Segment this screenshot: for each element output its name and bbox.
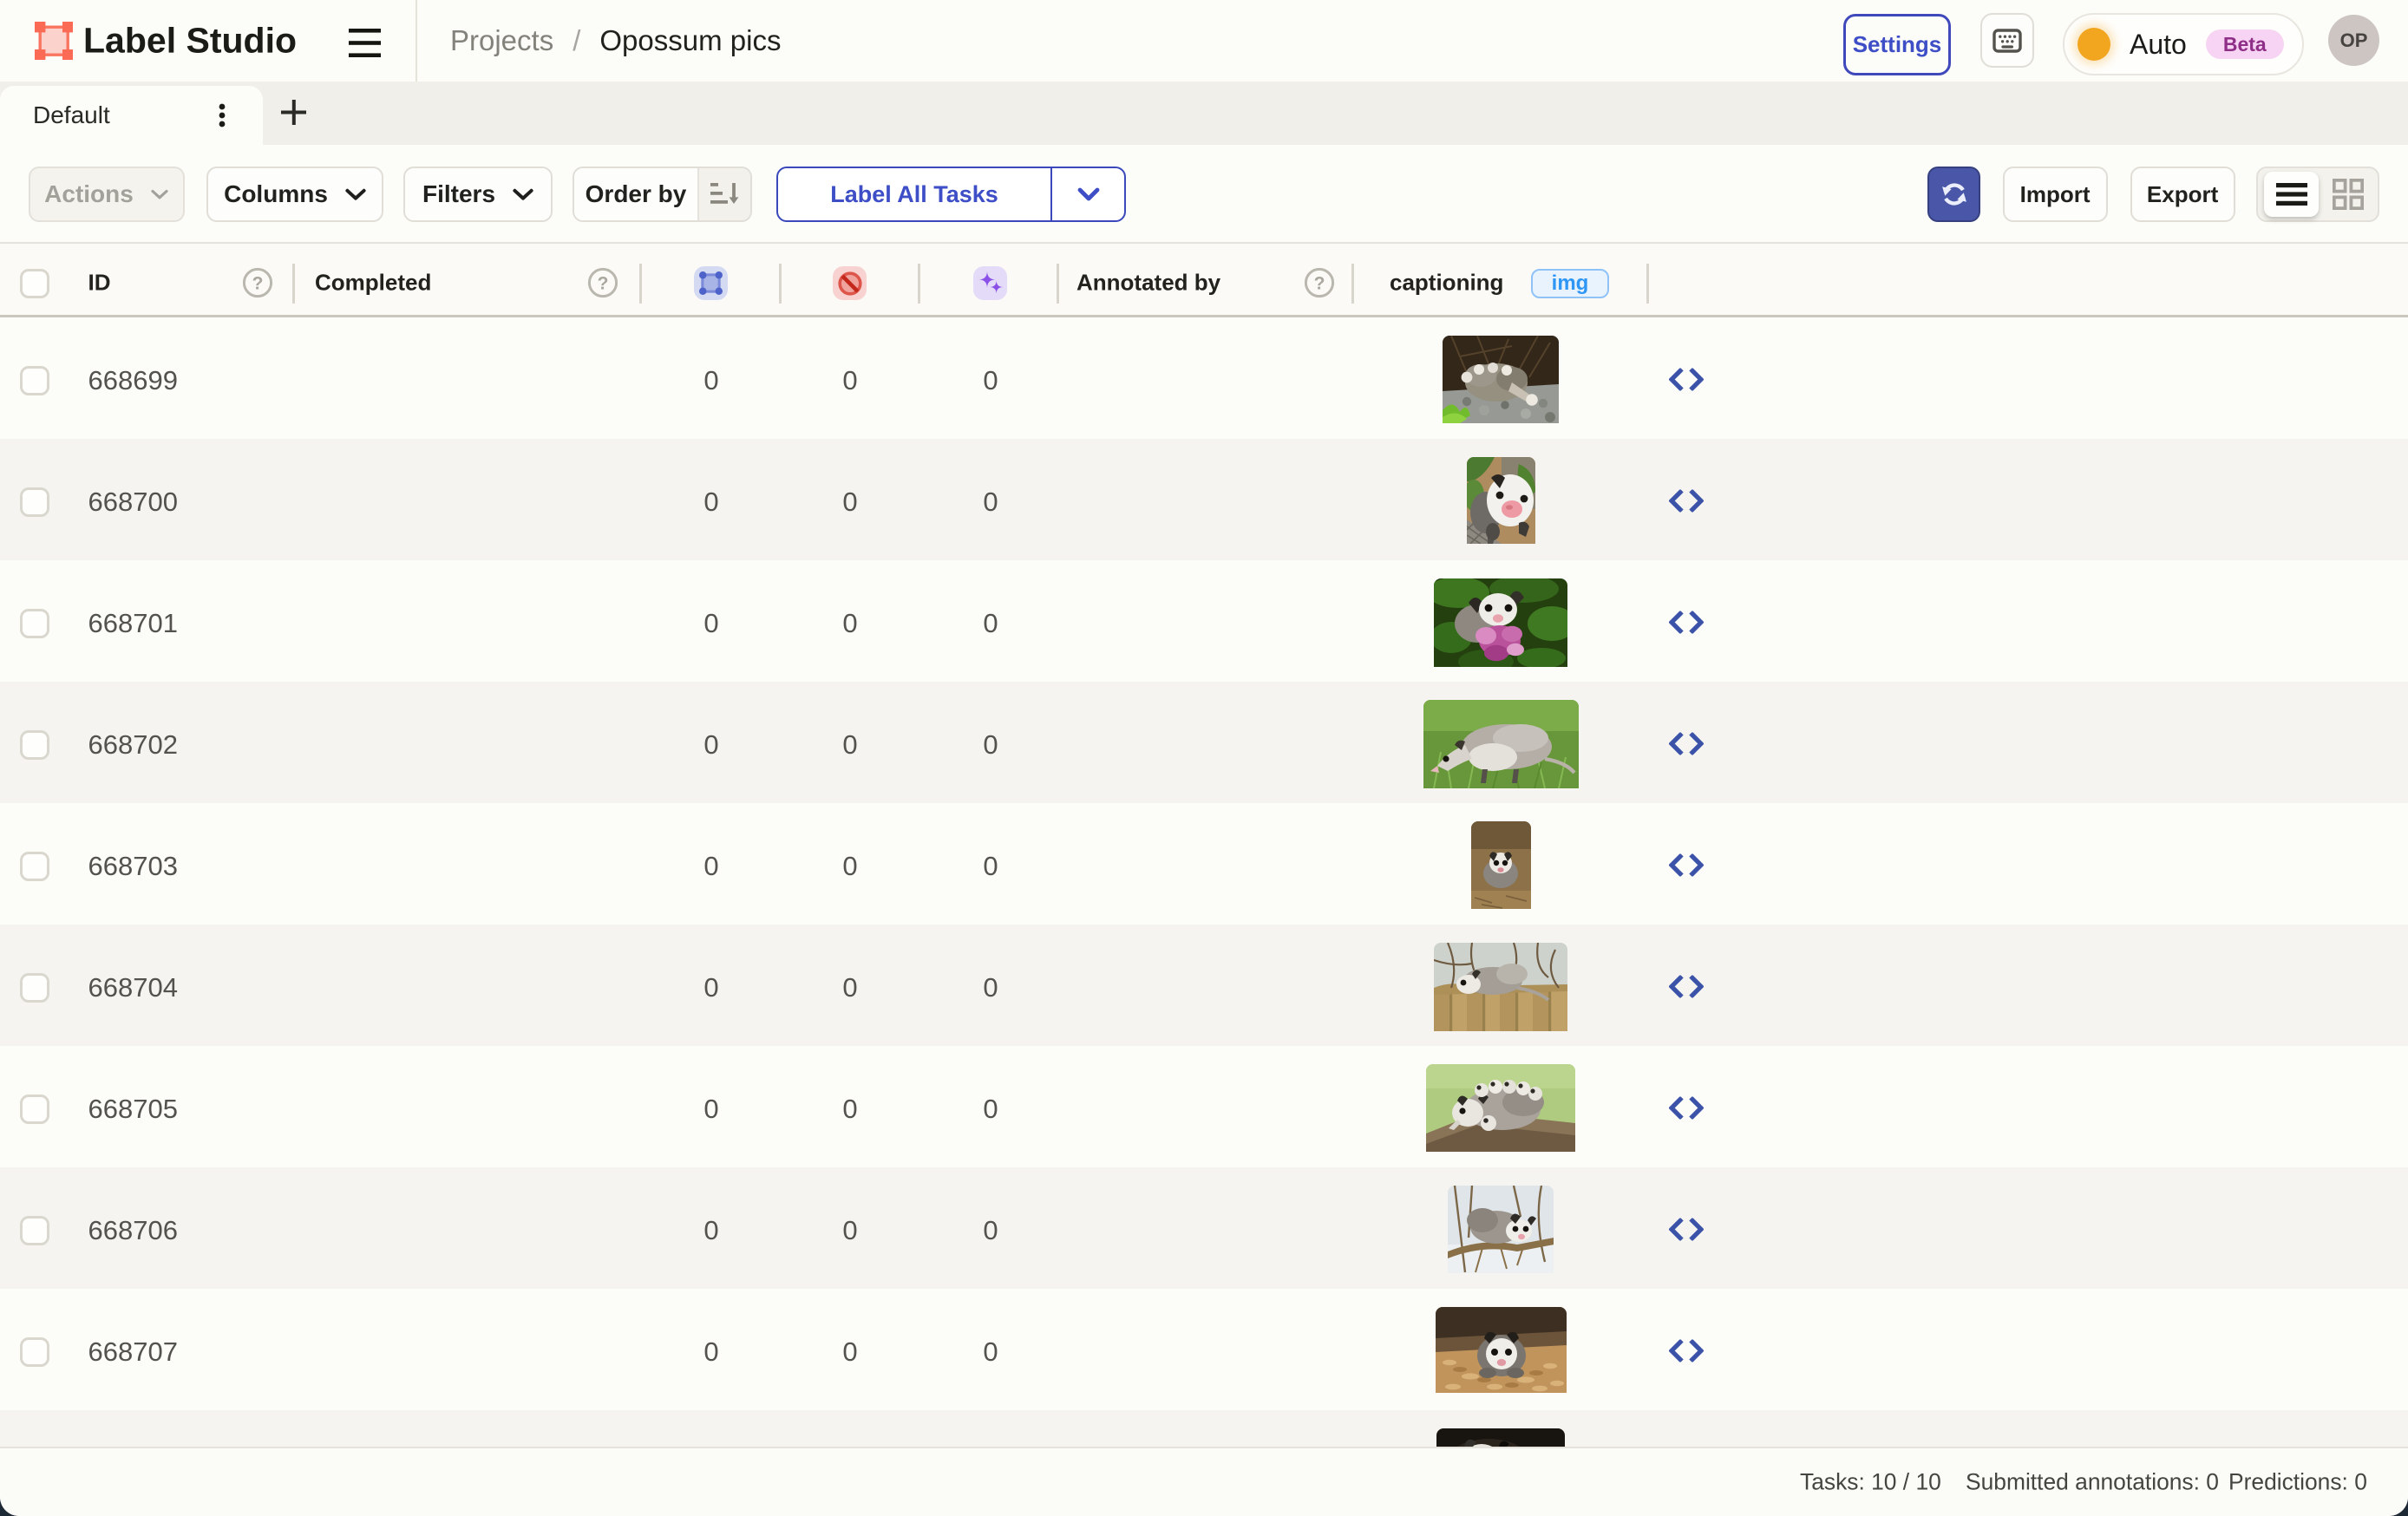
svg-text:?: ? [1314,273,1325,293]
svg-text:?: ? [597,273,608,293]
svg-text:?: ? [252,273,263,293]
